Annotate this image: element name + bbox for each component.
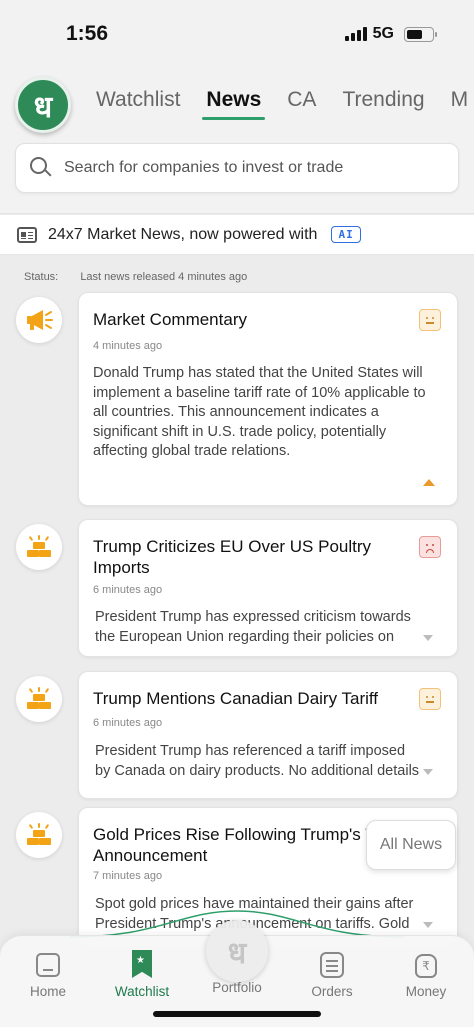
negative-sentiment-icon [419, 536, 441, 558]
expand-icon[interactable] [423, 635, 433, 641]
battery-icon [404, 26, 437, 42]
neutral-sentiment-icon [419, 309, 441, 331]
nav-label: Orders [311, 984, 353, 999]
tab-trending[interactable]: Trending [342, 88, 424, 120]
news-title: Trump Criticizes EU Over US Poultry Impo… [93, 537, 372, 577]
app-logo[interactable]: ध [15, 77, 71, 133]
news-time: 7 minutes ago [93, 870, 163, 882]
nav-label: Home [29, 984, 66, 999]
header: ध Watchlist News CA Trending M [0, 62, 474, 214]
bookmark-icon: ★ [129, 950, 155, 978]
nav-label: Portfolio [212, 980, 262, 995]
network-label: 5G [372, 25, 394, 42]
nav-orders[interactable]: Orders [292, 950, 372, 999]
news-title: Trump Mentions Canadian Dairy Tariff [93, 689, 379, 708]
gold-bars-icon [16, 812, 62, 858]
news-body: Donald Trump has stated that the United … [93, 365, 426, 459]
tab-ca[interactable]: CA [287, 88, 316, 120]
news-time: 4 minutes ago [93, 340, 163, 352]
tab-watchlist[interactable]: Watchlist [96, 88, 180, 120]
nav-portfolio[interactable]: Portfolio [197, 980, 277, 995]
list-icon [319, 950, 345, 978]
news-title: Market Commentary [93, 310, 247, 329]
status-time: 1:56 [66, 22, 109, 45]
portfolio-logo-icon[interactable]: ध [206, 920, 268, 982]
gold-bars-icon [16, 676, 62, 722]
search-bar[interactable] [15, 143, 459, 193]
expand-icon[interactable] [423, 922, 433, 928]
news-title: Gold Prices Rise Following Trump's Tarif… [93, 825, 402, 865]
home-indicator [153, 1011, 321, 1017]
newspaper-icon [17, 226, 37, 243]
status-label: Status: [24, 271, 59, 283]
gold-bars-icon [16, 524, 62, 570]
top-tabs: Watchlist News CA Trending M [96, 88, 474, 120]
nav-home[interactable]: Home [8, 950, 88, 999]
status-indicators: 5G [344, 25, 437, 43]
neutral-sentiment-icon [419, 688, 441, 710]
news-status: Status: Last news released 4 minutes ago [24, 271, 247, 283]
nav-watchlist[interactable]: ★ Watchlist [102, 950, 182, 999]
expand-icon[interactable] [423, 769, 433, 775]
status-value: Last news released 4 minutes ago [80, 271, 248, 283]
ai-badge: AI [331, 226, 361, 243]
news-body: President Trump has expressed criticism … [95, 609, 411, 645]
news-card[interactable]: Trump Mentions Canadian Dairy Tariff 6 m… [78, 671, 458, 799]
status-bar: 1:56 5G [0, 0, 474, 62]
money-bag-icon: ₹ [413, 950, 439, 978]
search-icon [30, 157, 52, 179]
tab-more[interactable]: M [451, 88, 469, 120]
news-card[interactable]: Trump Criticizes EU Over US Poultry Impo… [78, 519, 458, 657]
news-body: President Trump has referenced a tariff … [95, 743, 420, 779]
all-news-button[interactable]: All News [366, 820, 456, 870]
tab-news[interactable]: News [202, 88, 266, 120]
search-input[interactable] [64, 159, 424, 177]
banner-text: 24x7 Market News, now powered with [48, 225, 318, 243]
nav-label: Watchlist [114, 984, 170, 999]
home-icon [35, 950, 61, 978]
ai-news-banner[interactable]: 24x7 Market News, now powered with AI [0, 215, 474, 255]
collapse-icon[interactable] [423, 479, 435, 486]
nav-label: Money [405, 984, 447, 999]
news-time: 6 minutes ago [93, 717, 163, 729]
news-card[interactable]: Market Commentary 4 minutes ago Donald T… [78, 292, 458, 506]
megaphone-icon [16, 297, 62, 343]
nav-money[interactable]: ₹ Money [386, 950, 466, 999]
signal-icon [344, 27, 367, 41]
news-time: 6 minutes ago [93, 584, 163, 596]
